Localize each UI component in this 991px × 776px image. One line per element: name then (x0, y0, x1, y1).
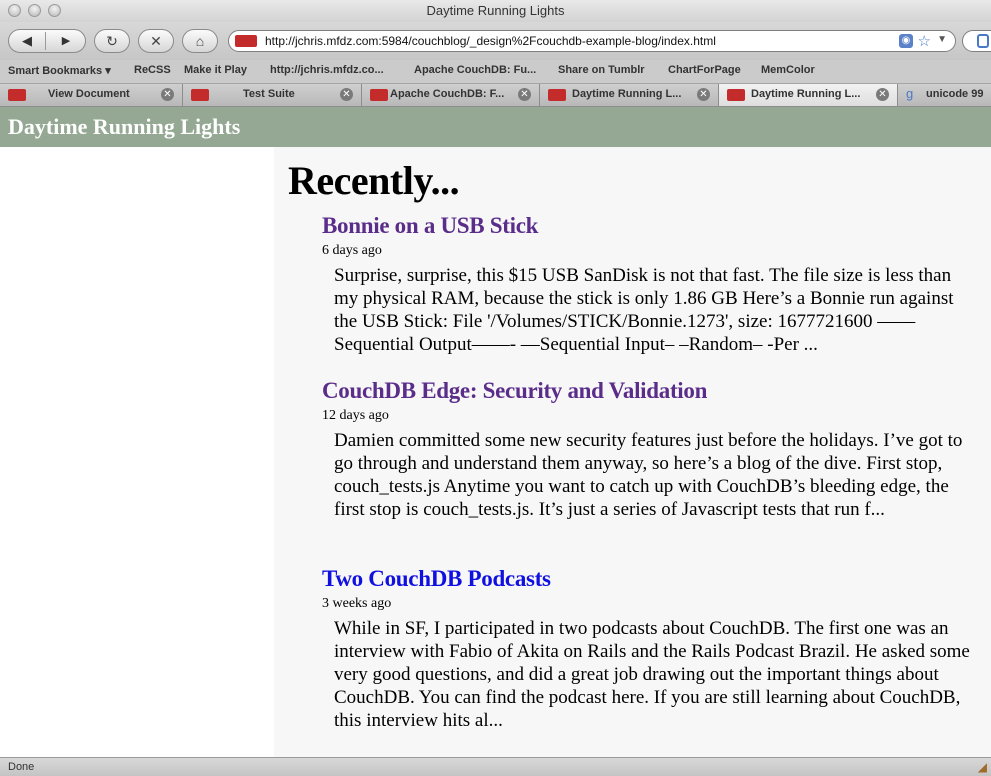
tab-unicode[interactable]: g unicode 99 (898, 84, 991, 106)
bookmark-jchris[interactable]: http://jchris.mfdz.co... (270, 64, 384, 76)
bookmark-smart-bookmarks[interactable]: Smart Bookmarks ▾ (8, 64, 111, 77)
post-excerpt: Damien committed some new security featu… (334, 430, 963, 520)
post-item: Two CouchDB Podcasts 3 weeks ago While i… (322, 566, 974, 732)
status-text: Done (8, 761, 35, 773)
tab-view-document[interactable]: View Document ✕ (0, 84, 183, 106)
status-bar: Done ◢ (0, 757, 991, 776)
reload-icon: ↻ (106, 33, 118, 49)
post-title-link[interactable]: CouchDB Edge: Security and Validation (322, 378, 974, 404)
close-tab-icon[interactable]: ✕ (876, 88, 889, 101)
page-heading: Recently... (288, 158, 460, 203)
post-date: 3 weeks ago (322, 596, 392, 611)
site-header: Daytime Running Lights (0, 107, 991, 147)
bookmark-recss[interactable]: ReCSS (134, 64, 171, 76)
bookmarks-toolbar: Smart Bookmarks ▾ ReCSS Make it Play htt… (0, 60, 991, 84)
couchdb-favicon-icon (191, 89, 209, 101)
google-favicon-icon: g (906, 86, 914, 101)
site-favicon-icon (235, 35, 257, 47)
back-button[interactable]: ◀ (9, 30, 45, 52)
main-content: Recently... Bonnie on a USB Stick 6 days… (274, 147, 991, 757)
tab-label: Apache CouchDB: F... (390, 88, 505, 100)
bookmark-star-icon[interactable]: ☆ (918, 32, 931, 50)
reload-button[interactable]: ↻ (94, 29, 130, 53)
close-tab-icon[interactable]: ✕ (161, 88, 174, 101)
bookmark-memcolor[interactable]: MemColor (761, 64, 815, 76)
stop-icon: ✕ (150, 33, 162, 49)
tab-label: unicode 99 (926, 88, 984, 100)
url-text[interactable]: http://jchris.mfdz.com:5984/couchblog/_d… (265, 34, 716, 48)
bookmark-chartforpage[interactable]: ChartForPage (668, 64, 741, 76)
couchdb-favicon-icon (8, 89, 26, 101)
site-title-link[interactable]: Daytime Running Lights (8, 114, 240, 140)
tab-label: Daytime Running L... (572, 88, 682, 100)
couchdb-favicon-icon (727, 89, 745, 101)
forward-button[interactable]: ▶ (46, 30, 86, 52)
tab-label: Daytime Running L... (751, 88, 861, 100)
back-forward-group: ◀ ▶ (8, 29, 86, 53)
post-title-link[interactable]: Two CouchDB Podcasts (322, 566, 974, 592)
tab-label: View Document (48, 88, 130, 100)
resize-grip-icon[interactable]: ◢ (978, 760, 987, 774)
navigation-toolbar: ◀ ▶ ↻ ✕ ⌂ http://jchris.mfdz.com:5984/co… (0, 22, 991, 60)
bookmark-make-it-play[interactable]: Make it Play (184, 64, 247, 76)
tab-label: Test Suite (243, 88, 295, 100)
couchdb-favicon-icon (370, 89, 388, 101)
couchdb-favicon-icon (548, 89, 566, 101)
post-date: 12 days ago (322, 408, 389, 423)
url-history-dropdown-icon[interactable]: ▼ (937, 34, 947, 45)
search-engine-icon (977, 34, 989, 48)
post-title-link[interactable]: Bonnie on a USB Stick (322, 213, 974, 239)
window-title: Daytime Running Lights (426, 3, 565, 18)
tab-test-suite[interactable]: Test Suite ✕ (183, 84, 362, 106)
bookmark-share-on-tumblr[interactable]: Share on Tumblr (558, 64, 645, 76)
tab-daytime-running-lights-1[interactable]: Daytime Running L... ✕ (540, 84, 719, 106)
post-excerpt: While in SF, I participated in two podca… (334, 618, 970, 731)
forward-arrow-icon: ▶ (61, 35, 71, 47)
home-icon: ⌂ (195, 33, 205, 49)
home-button[interactable]: ⌂ (182, 29, 218, 53)
window-titlebar: Daytime Running Lights (0, 0, 991, 22)
rss-feed-icon[interactable]: ◉ (899, 34, 913, 48)
close-tab-icon[interactable]: ✕ (697, 88, 710, 101)
back-arrow-icon: ◀ (22, 33, 32, 48)
address-bar[interactable]: http://jchris.mfdz.com:5984/couchblog/_d… (228, 30, 956, 52)
tab-daytime-running-lights-active[interactable]: Daytime Running L... ✕ (719, 84, 898, 106)
close-tab-icon[interactable]: ✕ (340, 88, 353, 101)
search-field[interactable] (962, 30, 991, 52)
close-tab-icon[interactable]: ✕ (518, 88, 531, 101)
web-page: Daytime Running Lights Recently... Bonni… (0, 107, 991, 757)
tab-apache-couchdb[interactable]: Apache CouchDB: F... ✕ (362, 84, 540, 106)
post-item: CouchDB Edge: Security and Validation 12… (322, 378, 974, 521)
post-excerpt: Surprise, surprise, this $15 USB SanDisk… (334, 265, 954, 355)
post-date: 6 days ago (322, 243, 382, 258)
stop-button[interactable]: ✕ (138, 29, 174, 53)
post-item: Bonnie on a USB Stick 6 days ago Surpris… (322, 213, 974, 356)
bookmark-apache-couchdb[interactable]: Apache CouchDB: Fu... (414, 64, 536, 76)
tab-bar: View Document ✕ Test Suite ✕ Apache Couc… (0, 84, 991, 107)
